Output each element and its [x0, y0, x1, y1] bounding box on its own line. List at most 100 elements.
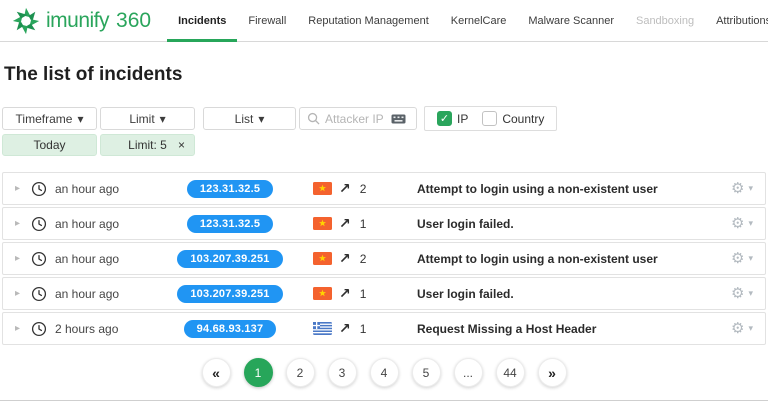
gear-icon: ⚙ [731, 215, 745, 232]
imunify360-app: imunify 360 Incidents Firewall Reputation… [0, 0, 768, 408]
escalation-arrow-icon: ↗ [339, 320, 351, 336]
ip-keypad-icon[interactable] [391, 113, 406, 125]
expand-caret-icon[interactable]: ▸ [15, 183, 31, 194]
clock-icon [31, 286, 55, 302]
nav-tab-reputation-management[interactable]: Reputation Management [297, 0, 439, 42]
incident-message: Request Missing a Host Header [417, 321, 597, 336]
clock-icon [31, 321, 55, 337]
incident-row[interactable]: ▸ an hour ago 123.31.32.5 ↗ 2 Attempt to… [2, 172, 766, 205]
limit-label: Limit [129, 111, 155, 126]
clock-icon [31, 251, 55, 267]
attacker-ip-search[interactable] [299, 107, 417, 130]
pinwheel-logo-icon [12, 7, 40, 34]
row-actions-menu[interactable]: ⚙ ▾ [731, 216, 753, 231]
incident-row[interactable]: ▸ an hour ago 103.207.39.251 ↗ 1 User lo… [2, 277, 766, 310]
imunify360-logo[interactable]: imunify 360 [12, 7, 151, 35]
vietnam-flag [305, 287, 339, 300]
limit-dropdown[interactable]: Limit ▾ [100, 107, 195, 130]
incident-count: 1 [359, 321, 367, 336]
clock-icon [31, 216, 55, 232]
chip-limit-5[interactable]: Limit: 5 × [100, 134, 195, 156]
search-type-toggle: ✓ IP Country [424, 106, 558, 131]
pagination-page-5[interactable]: 5 [411, 358, 441, 387]
nav-tab-malware-scanner[interactable]: Malware Scanner [517, 0, 625, 42]
attacker-ip-pill[interactable]: 103.207.39.251 [177, 249, 283, 268]
pagination-prev-button[interactable]: « [201, 358, 231, 387]
row-actions-menu[interactable]: ⚙ ▾ [731, 321, 753, 336]
incident-count: 1 [359, 216, 367, 231]
row-actions-menu[interactable]: ⚙ ▾ [731, 181, 753, 196]
brand-name: imunify [46, 8, 110, 32]
chevron-down-icon: ▾ [77, 111, 84, 126]
expand-caret-icon[interactable]: ▸ [15, 288, 31, 299]
escalation-arrow-icon: ↗ [339, 250, 351, 266]
country-checkbox-label: Country [502, 111, 545, 126]
escalation-arrow-icon: ↗ [339, 180, 351, 196]
escalation-arrow-icon: ↗ [339, 285, 351, 301]
chip-today[interactable]: Today [2, 134, 97, 156]
pagination-page-2[interactable]: 2 [285, 358, 315, 387]
incident-row[interactable]: ▸ an hour ago 123.31.32.5 ↗ 1 User login… [2, 207, 766, 240]
chevron-down-icon: ▾ [748, 183, 753, 193]
chevron-down-icon: ▾ [258, 111, 265, 126]
gear-icon: ⚙ [731, 180, 745, 197]
pagination-page-44[interactable]: 44 [495, 358, 525, 387]
bottom-divider [0, 400, 768, 401]
checkbox-unchecked-icon [482, 111, 498, 126]
incident-message: Attempt to login using a non-existent us… [417, 251, 658, 266]
expand-caret-icon[interactable]: ▸ [15, 323, 31, 334]
checkbox-checked-icon: ✓ [437, 111, 452, 126]
incident-count: 1 [359, 286, 367, 301]
timeframe-dropdown[interactable]: Timeframe ▾ [2, 107, 97, 130]
list-dropdown[interactable]: List ▾ [203, 107, 296, 130]
filter-controls-row: Timeframe ▾ Limit ▾ List ▾ Attacker IP ✓… [2, 106, 768, 131]
search-icon [307, 112, 320, 125]
pagination-page-3[interactable]: 3 [327, 358, 357, 387]
expand-caret-icon[interactable]: ▸ [15, 253, 31, 264]
chevron-down-icon: ▾ [159, 111, 166, 126]
vietnam-flag [305, 252, 339, 265]
nav-tab-incidents[interactable]: Incidents [167, 0, 237, 42]
incident-row[interactable]: ▸ 2 hours ago 94.68.93.137 ↗ 1 Request M… [2, 312, 766, 345]
pagination-page-1[interactable]: 1 [243, 358, 273, 387]
incident-row[interactable]: ▸ an hour ago 103.207.39.251 ↗ 2 Attempt… [2, 242, 766, 275]
attacker-ip-pill[interactable]: 123.31.32.5 [186, 214, 274, 233]
clock-icon [31, 181, 55, 197]
brand-360: 360 [116, 8, 152, 32]
attacker-ip-pill[interactable]: 94.68.93.137 [183, 319, 277, 338]
pagination: « 1 2 3 4 5 ... 44 » [0, 358, 768, 387]
incident-message: Attempt to login using a non-existent us… [417, 181, 658, 196]
top-navbar: imunify 360 Incidents Firewall Reputation… [0, 0, 768, 42]
chevron-down-icon: ▾ [748, 288, 753, 298]
row-actions-menu[interactable]: ⚙ ▾ [731, 286, 753, 301]
chip-remove-icon[interactable]: × [178, 139, 185, 151]
country-checkbox[interactable]: Country [482, 111, 544, 126]
pagination-page-4[interactable]: 4 [369, 358, 399, 387]
nav-tab-firewall[interactable]: Firewall [237, 0, 297, 42]
row-actions-menu[interactable]: ⚙ ▾ [731, 251, 753, 266]
incident-time: an hour ago [55, 251, 120, 266]
incident-message: User login failed. [417, 216, 514, 231]
pagination-ellipsis[interactable]: ... [453, 358, 483, 387]
main-nav: Incidents Firewall Reputation Management… [167, 0, 768, 42]
check-icon: ✓ [439, 113, 450, 125]
chip-limit-label: Limit: 5 [128, 138, 167, 152]
expand-caret-icon[interactable]: ▸ [15, 218, 31, 229]
chevron-down-icon: ▾ [748, 218, 753, 228]
attacker-ip-pill[interactable]: 103.207.39.251 [177, 284, 283, 303]
nav-tab-attributions[interactable]: Attributions [705, 0, 768, 42]
escalation-arrow-icon: ↗ [339, 215, 351, 231]
nav-tab-kernelcare[interactable]: KernelCare [440, 0, 518, 42]
ip-checkbox[interactable]: ✓ IP [437, 111, 468, 126]
attacker-ip-pill[interactable]: 123.31.32.5 [186, 179, 274, 198]
timeframe-label: Timeframe [15, 111, 73, 126]
pagination-next-button[interactable]: » [537, 358, 567, 387]
incident-count: 2 [359, 181, 367, 196]
filters-panel: Timeframe ▾ Limit ▾ List ▾ Attacker IP ✓… [2, 106, 768, 156]
vietnam-flag [305, 217, 339, 230]
incidents-table: ▸ an hour ago 123.31.32.5 ↗ 2 Attempt to… [2, 172, 766, 345]
gear-icon: ⚙ [731, 320, 745, 337]
nav-tab-sandboxing[interactable]: Sandboxing [625, 0, 705, 42]
greece-flag [305, 322, 339, 335]
attacker-ip-input[interactable] [325, 111, 391, 126]
